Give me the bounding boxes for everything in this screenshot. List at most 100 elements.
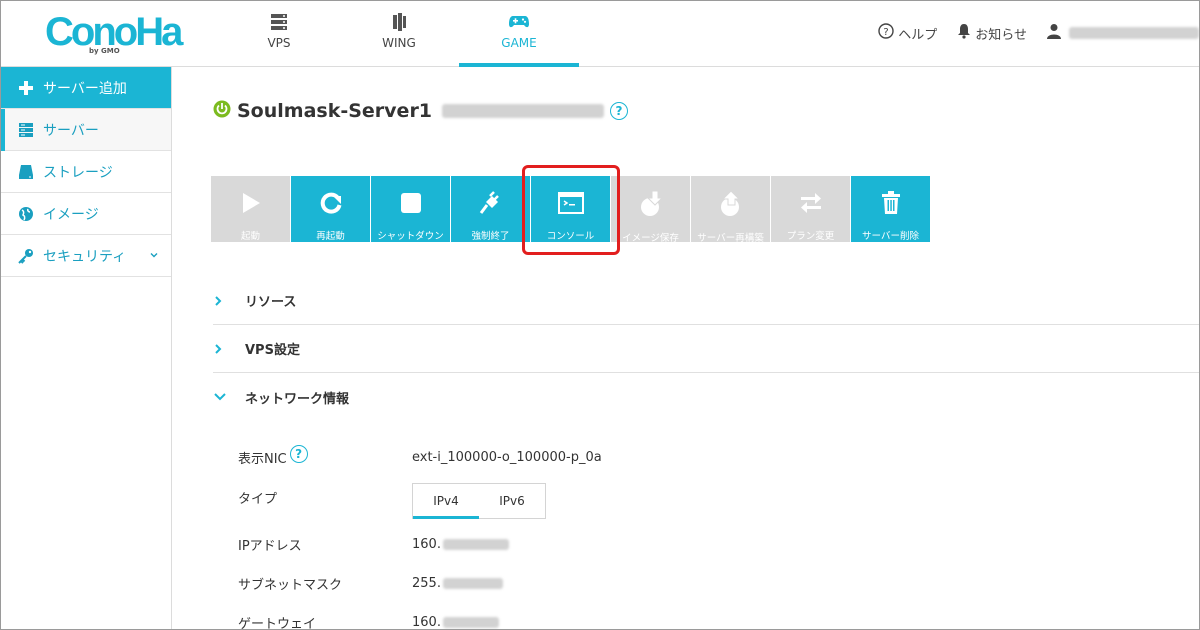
account-name-redacted bbox=[1069, 27, 1199, 39]
account-menu[interactable] bbox=[1047, 23, 1199, 43]
section-network-info[interactable]: ネットワーク情報 bbox=[213, 373, 1199, 421]
sidebar-item-label: サーバー追加 bbox=[43, 80, 127, 97]
ip-address-value: 160. bbox=[412, 537, 509, 552]
help-link[interactable]: ? ヘルプ bbox=[878, 23, 937, 43]
plug-icon bbox=[477, 190, 505, 216]
sidebar-item-security[interactable]: セキュリティ bbox=[1, 235, 171, 277]
stop-icon bbox=[397, 190, 425, 216]
ip-address-label: IPアドレス bbox=[238, 538, 302, 554]
save-image-button[interactable]: イメージ保存 bbox=[611, 176, 690, 244]
trash-icon bbox=[877, 190, 905, 216]
section-vps-settings[interactable]: VPS設定 bbox=[213, 325, 1199, 373]
tab-ipv6[interactable]: IPv6 bbox=[479, 484, 545, 518]
shutdown-button[interactable]: シャットダウン bbox=[371, 176, 450, 242]
sidebar-item-label: ストレージ bbox=[43, 164, 113, 181]
subnet-mask-prefix: 255. bbox=[412, 575, 441, 591]
chevron-right-icon bbox=[213, 295, 245, 307]
sidebar: サーバー追加 サーバー ストレージ イメージ セキュリティ bbox=[1, 67, 172, 629]
action-label: サーバー再構築 bbox=[697, 233, 764, 244]
action-label: 強制終了 bbox=[471, 231, 510, 242]
conoha-logo[interactable]: ConoHa by GMO bbox=[45, 9, 183, 59]
server-name: Soulmask-Server1 bbox=[237, 100, 433, 122]
start-button[interactable]: 起動 bbox=[211, 176, 290, 242]
action-label: サーバー削除 bbox=[862, 231, 919, 242]
rebuild-icon bbox=[717, 190, 745, 218]
header-right: ? ヘルプ お知らせ bbox=[878, 21, 1199, 45]
chevron-down-icon bbox=[213, 392, 245, 402]
swap-icon bbox=[797, 190, 825, 216]
ip-address-redacted bbox=[442, 538, 509, 550]
server-ip-redacted bbox=[442, 104, 605, 118]
subnet-mask-redacted bbox=[442, 577, 503, 589]
sidebar-item-storage[interactable]: ストレージ bbox=[1, 151, 171, 193]
tab-vps-label: VPS bbox=[267, 36, 291, 50]
main-content: Soulmask-Server1 ? 起動 再起動 シャットダウン 強制終了 コ… bbox=[173, 67, 1199, 630]
server-icon bbox=[17, 121, 35, 139]
storage-icon bbox=[17, 163, 35, 181]
action-label: シャットダウン bbox=[377, 231, 444, 242]
nic-value: ext-i_100000-o_100000-p_0a bbox=[412, 449, 602, 465]
gateway-prefix: 160. bbox=[412, 614, 441, 630]
chevron-right-icon bbox=[213, 343, 245, 355]
restart-icon bbox=[317, 190, 345, 216]
change-plan-button[interactable]: プラン変更 bbox=[771, 176, 850, 242]
restart-button[interactable]: 再起動 bbox=[291, 176, 370, 242]
plus-icon bbox=[17, 79, 35, 97]
section-label: ネットワーク情報 bbox=[245, 391, 350, 407]
tab-vps[interactable]: VPS bbox=[219, 1, 339, 67]
notice-label: お知らせ bbox=[975, 27, 1027, 43]
top-nav: VPS WING GAME bbox=[219, 1, 579, 67]
force-stop-button[interactable]: 強制終了 bbox=[451, 176, 530, 242]
help-label: ヘルプ bbox=[898, 27, 938, 43]
ip-address-prefix: 160. bbox=[412, 536, 441, 552]
server-header: Soulmask-Server1 ? bbox=[213, 100, 629, 122]
delete-server-button[interactable]: サーバー削除 bbox=[851, 176, 930, 242]
gateway-redacted bbox=[442, 616, 499, 628]
subnet-mask-label: サブネットマスク bbox=[238, 577, 343, 593]
gateway-value: 160. bbox=[412, 614, 499, 630]
section-label: VPS設定 bbox=[245, 343, 300, 358]
sidebar-item-label: セキュリティ bbox=[43, 248, 127, 265]
server-help-icon[interactable]: ? bbox=[610, 102, 629, 120]
sidebar-item-add-server[interactable]: サーバー追加 bbox=[1, 67, 171, 109]
subnet-mask-row: サブネットマスク 255. bbox=[238, 573, 1138, 593]
gateway-label: ゲートウェイ bbox=[238, 616, 317, 630]
section-resources[interactable]: リソース bbox=[213, 277, 1199, 325]
tab-wing[interactable]: WING bbox=[339, 1, 459, 67]
action-label: イメージ保存 bbox=[622, 233, 679, 244]
tab-game-label: GAME bbox=[501, 36, 537, 50]
tab-wing-label: WING bbox=[382, 36, 416, 50]
ip-address-row: IPアドレス 160. bbox=[238, 534, 1138, 554]
nic-label: 表示NIC bbox=[238, 451, 287, 467]
power-status-icon bbox=[213, 100, 231, 122]
chevron-down-icon bbox=[149, 248, 159, 264]
sidebar-item-label: サーバー bbox=[43, 122, 99, 139]
browser-frame: ConoHa by GMO VPS WING GAME ? ヘルプ お知らせ サ… bbox=[0, 0, 1200, 630]
logo-sub: by GMO bbox=[89, 47, 120, 55]
console-highlight-frame bbox=[522, 165, 620, 255]
globe-icon bbox=[17, 205, 35, 223]
ip-version-tabs: IPv4 IPv6 bbox=[412, 483, 546, 519]
help-icon: ? bbox=[878, 23, 898, 43]
user-icon bbox=[1047, 23, 1065, 43]
top-header: ConoHa by GMO VPS WING GAME ? ヘルプ お知らせ bbox=[1, 1, 1199, 67]
key-icon bbox=[17, 247, 35, 265]
section-label: リソース bbox=[245, 295, 297, 310]
rebuild-button[interactable]: サーバー再構築 bbox=[691, 176, 770, 244]
wing-icon bbox=[388, 12, 410, 32]
sidebar-item-server[interactable]: サーバー bbox=[1, 109, 171, 151]
sidebar-item-label: イメージ bbox=[43, 206, 99, 223]
subnet-mask-value: 255. bbox=[412, 576, 503, 591]
nic-help-icon[interactable]: ? bbox=[289, 445, 308, 463]
type-label: タイプ bbox=[238, 491, 278, 507]
gateway-row: ゲートウェイ 160. bbox=[238, 612, 1138, 630]
notice-link[interactable]: お知らせ bbox=[957, 23, 1027, 43]
image-save-icon bbox=[637, 190, 665, 218]
action-label: 再起動 bbox=[316, 231, 345, 242]
action-label: 起動 bbox=[240, 231, 260, 242]
sidebar-item-image[interactable]: イメージ bbox=[1, 193, 171, 235]
type-row: タイプ bbox=[238, 487, 277, 507]
tab-ipv4[interactable]: IPv4 bbox=[413, 484, 479, 519]
tab-game[interactable]: GAME bbox=[459, 1, 579, 67]
play-icon bbox=[237, 190, 265, 216]
